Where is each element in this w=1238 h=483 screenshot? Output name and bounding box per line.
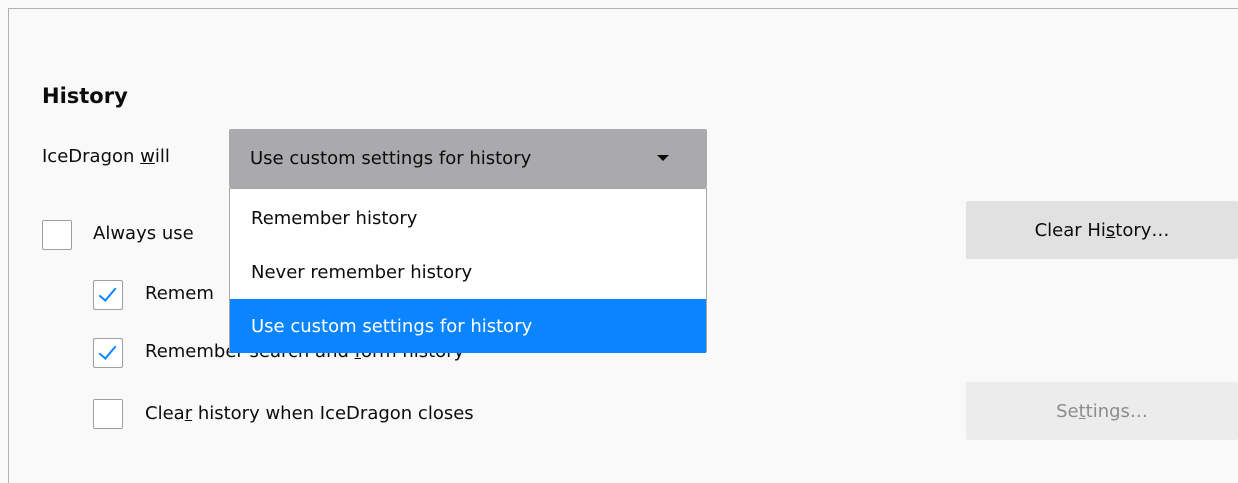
history-mode-label: IceDragon will xyxy=(42,146,170,167)
remember-browsing-label: Remem xyxy=(145,283,214,304)
history-settings-button[interactable]: Se t tings… xyxy=(966,382,1238,440)
remember-search-form-checkbox[interactable] xyxy=(93,338,123,368)
checkmark-icon xyxy=(98,283,117,302)
history-mode-selected-value: Use custom settings for history xyxy=(250,148,532,169)
clear-history-button[interactable]: Clear Hi s tory… xyxy=(966,201,1238,259)
panel-border-top xyxy=(8,8,1238,9)
panel-border-left xyxy=(8,8,9,483)
history-mode-select[interactable]: Use custom settings for history xyxy=(229,129,707,188)
option-remember-history[interactable]: Remember history xyxy=(230,191,706,245)
dropdown-arrow-icon xyxy=(657,155,669,161)
option-never-remember-history[interactable]: Never remember history xyxy=(230,245,706,299)
option-custom-settings[interactable]: Use custom settings for history xyxy=(230,299,706,353)
section-title: History xyxy=(42,84,128,108)
checkmark-icon xyxy=(98,341,117,360)
always-private-label: Always use xyxy=(93,223,194,244)
history-mode-dropdown-list: Remember history Never remember history … xyxy=(229,188,707,353)
clear-on-close-checkbox[interactable] xyxy=(93,399,123,429)
clear-on-close-label: Clear history when IceDragon closes xyxy=(145,403,474,424)
always-private-checkbox[interactable] xyxy=(42,220,72,250)
remember-browsing-checkbox[interactable] xyxy=(93,280,123,310)
